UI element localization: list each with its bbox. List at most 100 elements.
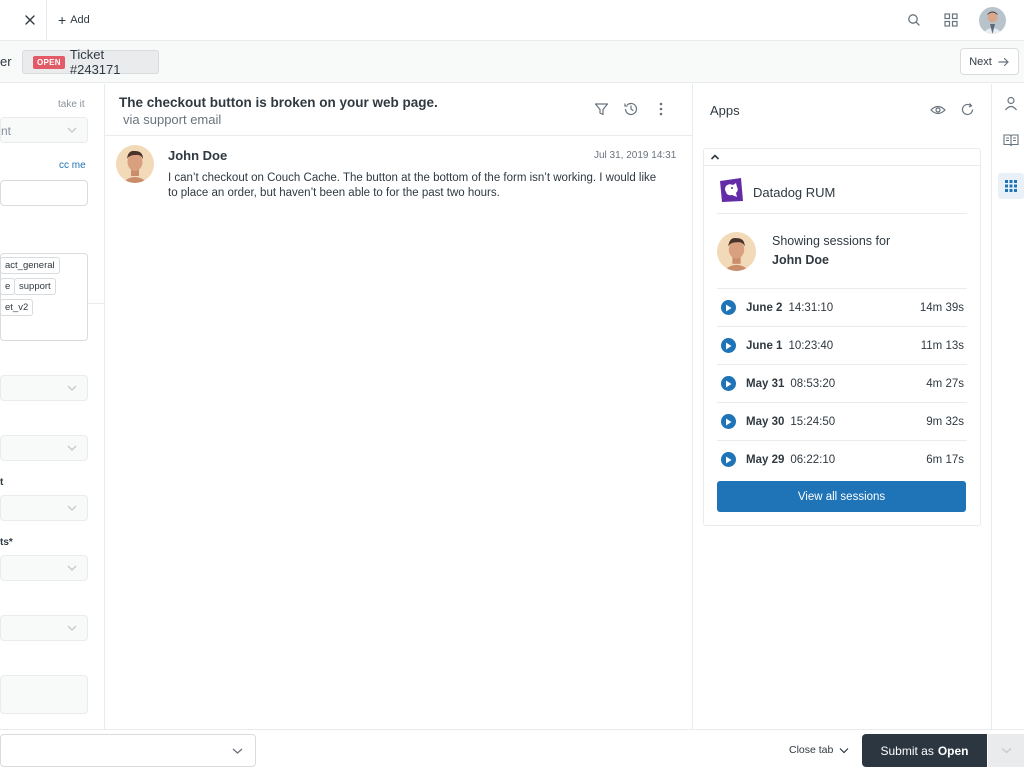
session-time: 14:31:10 — [788, 301, 834, 314]
session-row[interactable]: June 1 10:23:40 11m 13s — [717, 326, 967, 364]
apps-icon[interactable] — [998, 173, 1024, 199]
chevron-down-icon — [1001, 747, 1012, 754]
take-it-link[interactable]: take it — [58, 99, 85, 110]
chevron-down-icon — [67, 624, 77, 632]
tag[interactable]: et_v2 — [0, 299, 34, 316]
status-badge: OPEN — [33, 55, 65, 69]
submit-status: Open — [937, 743, 969, 758]
custom-field-select[interactable] — [0, 495, 88, 521]
book-icon[interactable] — [998, 127, 1024, 153]
session-date: June 1 — [746, 339, 783, 352]
play-icon[interactable] — [721, 414, 736, 429]
chevron-down-icon — [67, 384, 77, 392]
app-name: Datadog RUM — [753, 185, 836, 200]
author-avatar — [116, 145, 154, 183]
filter-icon[interactable] — [594, 102, 609, 117]
divider — [704, 165, 980, 166]
submit-options-button[interactable] — [987, 734, 1024, 767]
ccs-input[interactable] — [0, 180, 88, 206]
ticket-subject: The checkout button is broken on your we… — [119, 95, 438, 110]
priority-select[interactable] — [0, 435, 88, 461]
plus-icon: + — [58, 12, 67, 28]
play-icon[interactable] — [721, 300, 736, 315]
session-time: 15:24:50 — [790, 415, 836, 428]
bottom-bar: Close tab Submit as Open — [0, 729, 1024, 768]
macro-select[interactable] — [0, 734, 256, 767]
session-time: 10:23:40 — [788, 339, 834, 352]
chevron-up-icon[interactable] — [710, 153, 720, 161]
chevron-down-icon — [67, 444, 77, 452]
user-avatar — [717, 232, 756, 271]
session-date: May 31 — [746, 377, 785, 390]
datadog-rum-app-card: Datadog RUM Showing sessions for John Do… — [703, 148, 981, 526]
session-duration: 6m 17s — [926, 453, 964, 466]
ticket-tab-strip: er OPEN Ticket #243171 — [0, 41, 1024, 83]
field-label: ts* — [0, 537, 13, 548]
active-tab[interactable] — [0, 0, 47, 40]
ticket-tab-label: Ticket #243171 — [69, 47, 121, 77]
tag[interactable]: support — [14, 278, 56, 295]
message-author: John Doe — [168, 148, 228, 163]
add-tab-button[interactable]: + Add — [58, 12, 90, 28]
tag[interactable]: e — [0, 278, 16, 295]
close-icon[interactable] — [23, 13, 37, 27]
avatar[interactable] — [979, 7, 1006, 34]
session-duration: 14m 39s — [919, 301, 964, 314]
next-button[interactable]: Next — [960, 48, 1019, 75]
apps-grid-icon[interactable] — [943, 12, 959, 28]
session-duration: 11m 13s — [920, 339, 964, 352]
session-date: June 2 — [746, 301, 783, 314]
message-body: I can’t checkout on Couch Cache. The but… — [168, 172, 657, 199]
close-tab-label: Close tab — [789, 744, 834, 756]
showing-sessions-label: Showing sessions for — [772, 234, 891, 248]
session-user-name: John Doe — [772, 253, 829, 267]
type-select[interactable] — [0, 375, 88, 401]
chevron-down-icon — [232, 747, 243, 755]
cc-me-link[interactable]: cc me — [59, 160, 86, 171]
apps-panel: Apps Datadog RUM Showing sessions for Jo… — [694, 84, 991, 729]
tags-field[interactable]: act_general e support et_v2 — [0, 253, 88, 341]
history-icon[interactable] — [623, 101, 639, 117]
conversation-panel: The checkout button is broken on your we… — [105, 84, 693, 729]
session-time: 08:53:20 — [790, 377, 836, 390]
previous-tab[interactable]: er — [0, 50, 18, 74]
message-timestamp: Jul 31, 2019 14:31 — [594, 150, 677, 161]
session-row[interactable]: May 30 15:24:50 9m 32s — [717, 402, 967, 440]
tab-ticket[interactable]: OPEN Ticket #243171 — [22, 47, 159, 77]
play-icon[interactable] — [721, 452, 736, 467]
eye-icon[interactable] — [930, 103, 946, 117]
session-date: May 29 — [746, 453, 785, 466]
refresh-icon[interactable] — [960, 102, 975, 117]
play-icon[interactable] — [721, 376, 736, 391]
sessions-list: June 2 14:31:10 14m 39s June 1 10:23:40 … — [717, 288, 967, 478]
divider — [717, 213, 967, 214]
session-duration: 4m 27s — [926, 377, 964, 390]
next-label: Next — [969, 55, 992, 68]
chevron-down-icon — [67, 564, 77, 572]
custom-field-select[interactable] — [0, 615, 88, 641]
close-tab-button[interactable]: Close tab — [789, 744, 849, 756]
session-row[interactable]: May 31 08:53:20 4m 27s — [717, 364, 967, 402]
session-row[interactable]: June 2 14:31:10 14m 39s — [717, 288, 967, 326]
assignee-value: nt — [1, 124, 12, 138]
chevron-down-icon — [67, 126, 77, 134]
session-row[interactable]: May 29 06:22:10 6m 17s — [717, 440, 967, 478]
context-rail — [991, 84, 1024, 729]
user-icon[interactable] — [998, 90, 1024, 116]
more-vertical-icon[interactable] — [653, 101, 669, 117]
session-date: May 30 — [746, 415, 785, 428]
ticket-properties-panel: take it nt cc me act_general e support e… — [0, 84, 105, 729]
view-all-sessions-button[interactable]: View all sessions — [717, 481, 966, 512]
top-bar: + Add — [0, 0, 1024, 41]
submit-button[interactable]: Submit as Open — [862, 734, 987, 767]
conversation-header: The checkout button is broken on your we… — [105, 84, 693, 136]
datadog-logo-icon — [718, 177, 744, 203]
apps-title: Apps — [710, 103, 740, 118]
play-icon[interactable] — [721, 338, 736, 353]
assignee-select[interactable]: nt — [0, 117, 88, 143]
custom-field-select[interactable] — [0, 555, 88, 581]
tag[interactable]: act_general — [0, 257, 60, 274]
search-icon[interactable] — [906, 12, 922, 28]
chevron-down-icon — [67, 504, 77, 512]
custom-field-textarea[interactable] — [0, 675, 88, 714]
